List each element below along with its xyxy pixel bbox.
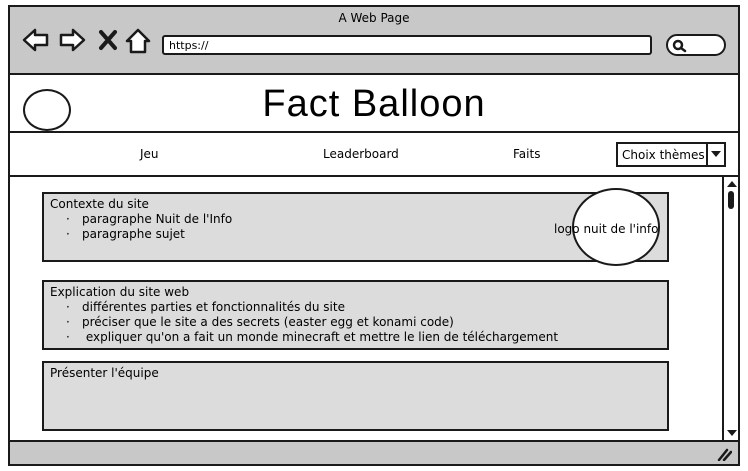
home-icon[interactable] <box>124 27 152 59</box>
scroll-down-icon[interactable] <box>727 430 737 436</box>
browser-toolbar: A Web Page https:// <box>10 7 738 75</box>
theme-select-label: Choix thèmes <box>622 148 705 162</box>
back-icon[interactable] <box>22 27 50 57</box>
vertical-scrollbar[interactable] <box>722 177 738 440</box>
page-header: Fact Balloon <box>10 75 738 133</box>
url-input[interactable]: https:// <box>162 35 652 55</box>
section-title: Présenter l'équipe <box>50 366 159 380</box>
browser-window: A Web Page https:// Fact Balloon Jeu Lea… <box>8 5 740 466</box>
status-bar <box>10 440 738 464</box>
page-title: Fact Balloon <box>262 83 486 125</box>
theme-select[interactable]: Choix thèmes <box>616 142 726 167</box>
section-contexte: Contexte du site paragraphe Nuit de l'In… <box>42 188 669 266</box>
section-equipe: Présenter l'équipe <box>42 361 669 431</box>
section-title: Explication du site web <box>50 285 190 299</box>
scroll-up-icon[interactable] <box>727 181 737 187</box>
nav-link-jeu[interactable]: Jeu <box>140 147 159 161</box>
list-item: différentes parties et fonctionnalités d… <box>66 300 661 315</box>
logo-nuit-label: logo nuit de l'info <box>554 222 659 236</box>
nav-link-faits[interactable]: Faits <box>513 147 540 161</box>
list-item: expliquer qu'on a fait un monde minecraf… <box>66 330 661 345</box>
section-explication: Explication du site web différentes part… <box>42 280 669 350</box>
forward-icon[interactable] <box>58 27 86 57</box>
list-item: préciser que le site a des secrets (east… <box>66 315 661 330</box>
nav-link-leaderboard[interactable]: Leaderboard <box>323 147 399 161</box>
content-area: Contexte du site paragraphe Nuit de l'In… <box>10 177 722 440</box>
main-nav: Jeu Leaderboard Faits Choix thèmes <box>10 133 738 177</box>
section-title: Contexte du site <box>50 197 149 211</box>
close-icon[interactable] <box>98 29 118 55</box>
chevron-down-icon[interactable] <box>706 144 724 165</box>
window-title: A Web Page <box>338 11 410 25</box>
search-icon <box>672 39 687 53</box>
section-list: différentes parties et fonctionnalités d… <box>50 300 661 345</box>
search-field[interactable] <box>666 34 726 56</box>
scroll-thumb[interactable] <box>728 191 734 209</box>
resize-grip-icon[interactable] <box>716 446 733 465</box>
